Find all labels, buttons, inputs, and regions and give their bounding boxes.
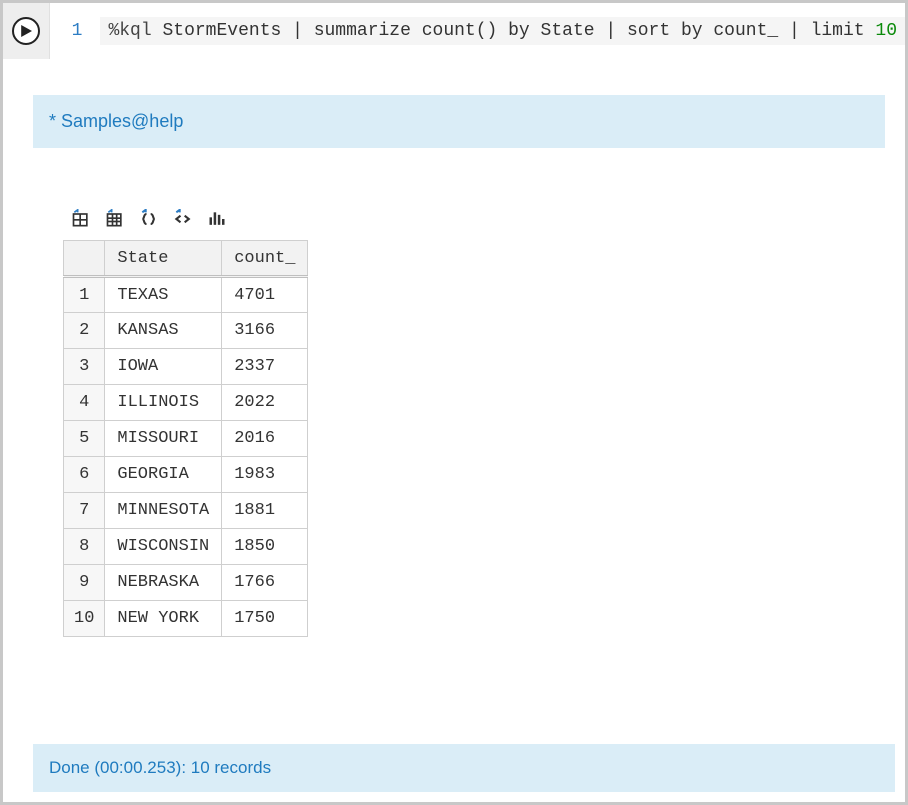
query-text: StormEvents | summarize count() by State…	[152, 21, 876, 41]
cell-count: 4701	[222, 277, 308, 313]
table-row[interactable]: 6GEORGIA1983	[64, 457, 308, 493]
row-index: 4	[64, 385, 105, 421]
table-row[interactable]: 3IOWA2337	[64, 349, 308, 385]
export-table-icon[interactable]	[69, 208, 93, 230]
cell-count: 1881	[222, 493, 308, 529]
cell-state: MINNESOTA	[105, 493, 222, 529]
result-toolbar	[63, 208, 895, 230]
table-row[interactable]: 8WISCONSIN1850	[64, 529, 308, 565]
cell-count: 2022	[222, 385, 308, 421]
cell-count: 1983	[222, 457, 308, 493]
limit-number: 10	[875, 21, 897, 41]
header-count[interactable]: count_	[222, 241, 308, 277]
chart-icon[interactable]	[205, 208, 229, 230]
header-state[interactable]: State	[105, 241, 222, 277]
status-text: Done (00:00.253): 10 records	[49, 758, 271, 777]
context-text: * Samples@help	[49, 111, 183, 131]
row-index: 7	[64, 493, 105, 529]
table-row[interactable]: 5MISSOURI2016	[64, 421, 308, 457]
export-grid-icon[interactable]	[103, 208, 127, 230]
row-index: 10	[64, 601, 105, 637]
context-banner: * Samples@help	[33, 95, 885, 148]
header-index[interactable]	[64, 241, 105, 277]
code-cell: 1 %kql StormEvents | summarize count() b…	[3, 3, 905, 59]
export-code-icon[interactable]	[171, 208, 195, 230]
cell-state: NEBRASKA	[105, 565, 222, 601]
cell-count: 1766	[222, 565, 308, 601]
cell-count: 1750	[222, 601, 308, 637]
table-row[interactable]: 1TEXAS4701	[64, 277, 308, 313]
cell-count: 2016	[222, 421, 308, 457]
run-button-gutter	[3, 3, 50, 59]
run-button[interactable]	[12, 17, 40, 45]
line-number: 1	[50, 21, 100, 41]
cell-state: KANSAS	[105, 313, 222, 349]
row-index: 2	[64, 313, 105, 349]
output-area: State count_ 1TEXAS47012KANSAS31663IOWA2…	[63, 208, 895, 637]
cell-count: 1850	[222, 529, 308, 565]
code-line[interactable]: 1 %kql StormEvents | summarize count() b…	[50, 3, 905, 59]
cell-state: TEXAS	[105, 277, 222, 313]
cell-state: NEW YORK	[105, 601, 222, 637]
status-banner: Done (00:00.253): 10 records	[33, 744, 895, 792]
table-row[interactable]: 10NEW YORK1750	[64, 601, 308, 637]
row-index: 8	[64, 529, 105, 565]
cell-count: 2337	[222, 349, 308, 385]
magic-token: %kql	[108, 21, 151, 41]
row-index: 5	[64, 421, 105, 457]
row-index: 6	[64, 457, 105, 493]
export-json-icon[interactable]	[137, 208, 161, 230]
table-header-row: State count_	[64, 241, 308, 277]
table-row[interactable]: 7MINNESOTA1881	[64, 493, 308, 529]
cell-state: WISCONSIN	[105, 529, 222, 565]
table-row[interactable]: 2KANSAS3166	[64, 313, 308, 349]
table-row[interactable]: 9NEBRASKA1766	[64, 565, 308, 601]
table-row[interactable]: 4ILLINOIS2022	[64, 385, 308, 421]
cell-state: MISSOURI	[105, 421, 222, 457]
row-index: 3	[64, 349, 105, 385]
cell-count: 3166	[222, 313, 308, 349]
result-table: State count_ 1TEXAS47012KANSAS31663IOWA2…	[63, 240, 308, 637]
row-index: 1	[64, 277, 105, 313]
row-index: 9	[64, 565, 105, 601]
cell-state: IOWA	[105, 349, 222, 385]
play-icon	[20, 25, 32, 37]
code-text[interactable]: %kql StormEvents | summarize count() by …	[100, 17, 905, 45]
cell-state: ILLINOIS	[105, 385, 222, 421]
cell-state: GEORGIA	[105, 457, 222, 493]
